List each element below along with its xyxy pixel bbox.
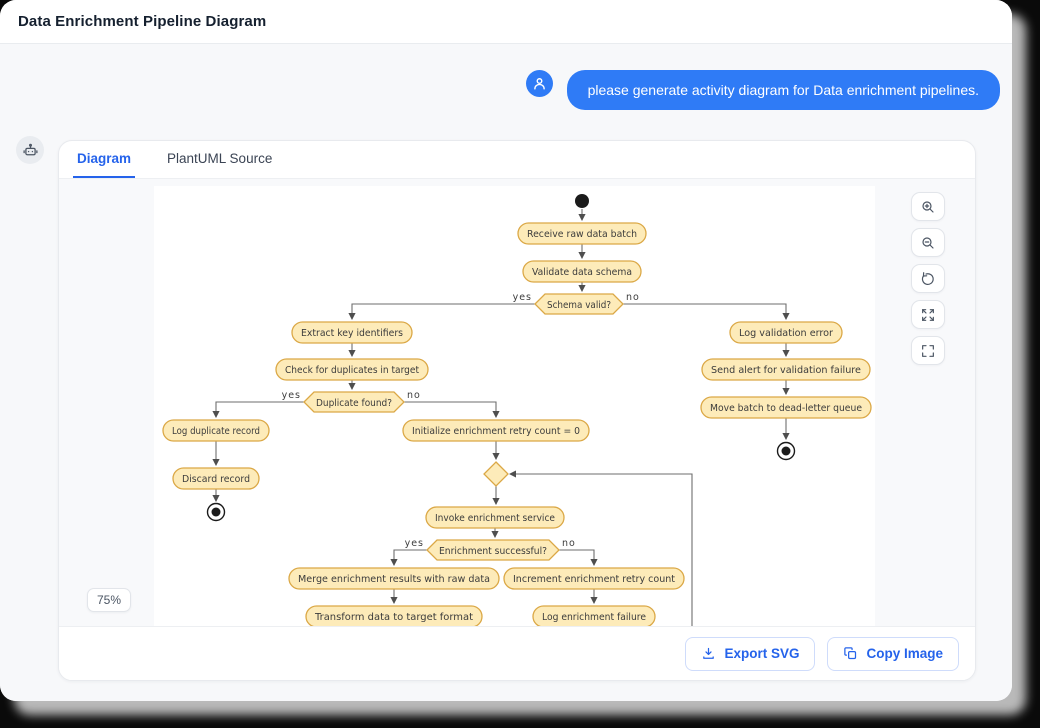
user-message-bubble: please generate activity diagram for Dat… [567,70,1000,110]
expand-button[interactable] [911,300,945,329]
assistant-avatar [16,136,44,164]
svg-text:Enrichment successful?: Enrichment successful? [439,546,547,557]
diagram-node-enrich-ok: Enrichment successful? [427,540,559,560]
copy-image-label: Copy Image [866,646,943,661]
assistant-response-row: Diagram PlantUML Source Receive raw data… [0,136,1012,681]
person-icon [531,75,548,92]
diagram-node-discard: Discard record [173,468,259,489]
expand-icon [920,307,936,323]
panel-tabs: Diagram PlantUML Source [59,141,975,179]
svg-text:Log duplicate record: Log duplicate record [172,426,260,437]
edge-guard-label: no [562,538,576,549]
edge-guard-label: yes [282,390,301,401]
svg-text:Merge enrichment results with: Merge enrichment results with raw data [298,574,490,585]
zoom-out-icon [920,235,936,251]
reset-view-icon [920,271,936,287]
svg-text:Check for duplicates in target: Check for duplicates in target [285,365,419,376]
activity-diagram: Receive raw data batch Validate data sche… [154,186,875,626]
diagram-node-dead-letter: Move batch to dead-letter queue [701,397,871,418]
zoom-in-button[interactable] [911,192,945,221]
svg-text:Invoke enrichment service: Invoke enrichment service [435,513,555,524]
diagram-edge [559,550,594,565]
diagram-canvas[interactable]: Receive raw data batch Validate data sche… [154,186,875,626]
diagram-node-receive: Receive raw data batch [518,223,646,244]
zoom-controls [911,192,945,365]
svg-text:Log enrichment failure: Log enrichment failure [542,612,646,623]
fullscreen-icon [920,343,936,359]
svg-text:Extract key identifiers: Extract key identifiers [301,328,403,339]
chat-area: please generate activity diagram for Dat… [0,44,1012,701]
diagram-edge [216,402,304,417]
diagram-panel: Diagram PlantUML Source Receive raw data… [58,140,976,681]
app-header: Data Enrichment Pipeline Diagram [0,0,1012,44]
tab-plantuml-source[interactable]: PlantUML Source [163,141,276,178]
diagram-node-incr-retry: Increment enrichment retry count [504,568,684,589]
page-title: Data Enrichment Pipeline Diagram [18,13,266,30]
svg-text:Transform data to target forma: Transform data to target format [314,612,473,623]
svg-text:Receive raw data batch: Receive raw data batch [527,229,637,240]
svg-text:Log validation error: Log validation error [739,328,833,339]
user-message-row: please generate activity diagram for Dat… [0,70,1012,110]
download-icon [701,646,716,661]
edge-guard-label: yes [405,538,424,549]
diagram-edge [623,304,786,319]
diagram-node-check-dup: Check for duplicates in target [276,359,428,380]
diagram-node-schema-valid: Schema valid? [535,294,623,314]
diagram-node-transform: Transform data to target format [306,606,482,626]
diagram-node-log-fail: Log enrichment failure [533,606,655,626]
user-avatar [526,70,553,97]
diagram-node-log-err: Log validation error [730,322,842,343]
panel-footer: Export SVG Copy Image [59,627,975,680]
fullscreen-button[interactable] [911,336,945,365]
svg-text:Discard record: Discard record [182,474,250,485]
zoom-level-badge: 75% [87,588,131,612]
svg-text:Send alert for validation fail: Send alert for validation failure [711,365,861,376]
copy-image-button[interactable]: Copy Image [827,637,959,671]
diagram-node-merge-1 [484,462,508,486]
svg-text:Move batch to dead-letter queu: Move batch to dead-letter queue [710,403,862,414]
svg-text:Validate data schema: Validate data schema [532,267,632,278]
export-svg-button[interactable]: Export SVG [685,637,815,671]
diagram-node-log-dup: Log duplicate record [163,420,269,441]
diagram-node-extract: Extract key identifiers [292,322,412,343]
svg-text:Schema valid?: Schema valid? [547,300,611,311]
export-svg-label: Export SVG [724,646,799,661]
edge-guard-label: yes [513,292,532,303]
copy-icon [843,646,858,661]
diagram-viewport[interactable]: Receive raw data batch Validate data sche… [59,179,975,627]
svg-text:Duplicate found?: Duplicate found? [316,398,392,409]
diagram-node-send-alert: Send alert for validation failure [702,359,870,380]
tab-diagram[interactable]: Diagram [73,141,135,178]
diagram-node-merge-results: Merge enrichment results with raw data [289,568,499,589]
diagram-node-validate: Validate data schema [523,261,641,282]
app-window: Data Enrichment Pipeline Diagram please … [0,0,1012,701]
diagram-edge [352,304,535,319]
edge-guard-label: no [407,390,421,401]
reset-view-button[interactable] [911,264,945,293]
diagram-node-start [575,194,589,208]
diagram-edge [394,550,427,565]
diagram-node-init-retry: Initialize enrichment retry count = 0 [403,420,589,441]
robot-icon [22,142,39,159]
edge-guard-label: no [626,292,640,303]
svg-text:Initialize enrichment retry co: Initialize enrichment retry count = 0 [412,426,580,437]
svg-text:Increment enrichment retry cou: Increment enrichment retry count [513,574,675,585]
diagram-edge [404,402,496,417]
diagram-node-invoke: Invoke enrichment service [426,507,564,528]
diagram-node-end-2 [778,443,795,460]
zoom-out-button[interactable] [911,228,945,257]
diagram-node-dup-found: Duplicate found? [304,392,404,412]
zoom-in-icon [920,199,936,215]
diagram-node-end-1 [208,504,225,521]
